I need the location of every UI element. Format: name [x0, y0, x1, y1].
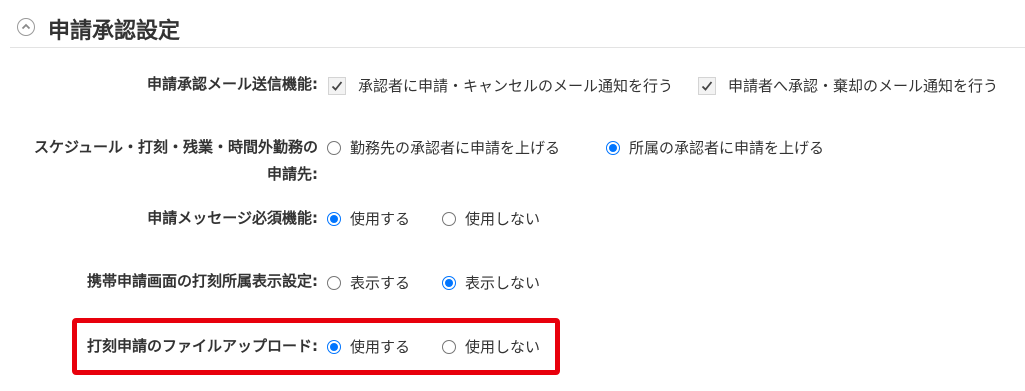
destination-label-line2: 申請先:: [267, 165, 318, 183]
notify-approver-label: 承認者に申請・キャンセルのメール通知を行う: [358, 77, 674, 95]
notify-applicant-label: 申請者へ承認・棄却のメール通知を行う: [728, 77, 999, 95]
mobile-display-show-label: 表示する: [350, 274, 411, 292]
message-required-use-option[interactable]: 使用する: [327, 208, 410, 229]
mobile-display-hide-radio[interactable]: [442, 275, 456, 290]
notify-applicant-checkbox-option[interactable]: 申請者へ承認・棄却のメール通知を行う: [698, 75, 998, 96]
file-upload-use-option[interactable]: 使用する: [327, 336, 410, 357]
file-upload-use-radio[interactable]: [327, 339, 341, 354]
notify-applicant-checkbox[interactable]: [698, 76, 716, 95]
mobile-display-label: 携帯申請画面の打刻所属表示設定:: [86, 272, 318, 290]
message-required-use-label: 使用する: [350, 210, 411, 228]
mail-notification-label: 申請承認メール送信機能:: [147, 75, 318, 93]
message-required-nouse-label: 使用しない: [465, 210, 541, 228]
section-title: 申請承認設定: [48, 19, 181, 44]
file-upload-label: 打刻申請のファイルアップロード:: [86, 337, 318, 355]
mobile-display-hide-label: 表示しない: [465, 274, 541, 292]
file-upload-nouse-label: 使用しない: [465, 338, 541, 356]
section-header: 申請承認設定: [0, 0, 1025, 52]
destination-work-site-label: 勤務先の承認者に申請を上げる: [350, 139, 561, 157]
destination-affiliation-radio[interactable]: [606, 140, 620, 155]
message-required-use-radio[interactable]: [327, 211, 341, 226]
destination-affiliation-label: 所属の承認者に申請を上げる: [629, 139, 825, 157]
message-required-nouse-radio[interactable]: [442, 211, 456, 226]
message-required-nouse-option[interactable]: 使用しない: [442, 208, 540, 229]
file-upload-use-label: 使用する: [350, 338, 411, 356]
mobile-display-hide-option[interactable]: 表示しない: [442, 272, 540, 293]
notify-approver-checkbox-option[interactable]: 承認者に申請・キャンセルのメール通知を行う: [328, 75, 673, 96]
destination-affiliation-option[interactable]: 所属の承認者に申請を上げる: [606, 137, 824, 158]
notify-approver-checkbox[interactable]: [328, 76, 346, 95]
message-required-label: 申請メッセージ必須機能:: [147, 209, 318, 227]
mobile-display-show-radio[interactable]: [327, 275, 341, 290]
header-divider: [10, 47, 1025, 48]
chevron-up-icon[interactable]: [17, 18, 35, 36]
file-upload-nouse-option[interactable]: 使用しない: [442, 336, 540, 357]
file-upload-nouse-radio[interactable]: [442, 339, 456, 354]
destination-label-line1: スケジュール・打刻・残業・時間外勤務の: [34, 138, 318, 156]
mobile-display-show-option[interactable]: 表示する: [327, 272, 410, 293]
destination-label: スケジュール・打刻・残業・時間外勤務の 申請先:: [34, 134, 318, 188]
destination-work-site-option[interactable]: 勤務先の承認者に申請を上げる: [327, 137, 560, 158]
destination-work-site-radio[interactable]: [327, 140, 341, 155]
